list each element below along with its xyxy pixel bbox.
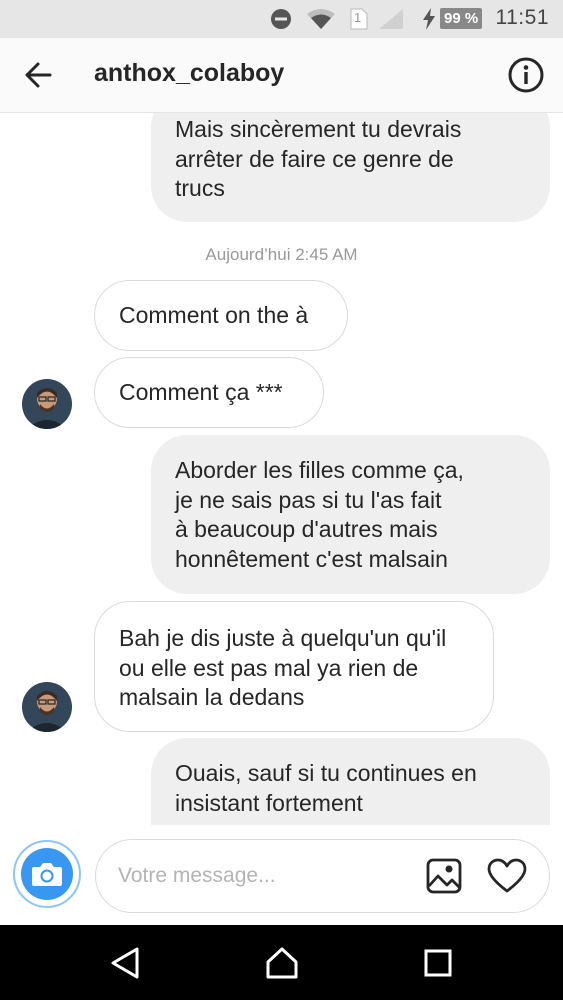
message-line: Bah je dis juste à quelqu'un qu'il bbox=[119, 625, 447, 651]
message-input-container bbox=[95, 839, 550, 913]
message-line: malsain la dedans bbox=[119, 684, 305, 710]
message-line: Comment on the à bbox=[119, 302, 309, 328]
status-bar: 1 99 % 11:51 bbox=[0, 0, 563, 38]
home-icon[interactable] bbox=[264, 945, 300, 981]
image-gallery-icon[interactable] bbox=[426, 858, 462, 894]
message-line: à beaucoup d'autres mais bbox=[175, 516, 438, 542]
battery-icon: 99 % bbox=[440, 8, 482, 29]
info-circle-icon[interactable] bbox=[507, 56, 545, 94]
message-bubble-incoming[interactable]: Bah je dis juste à quelqu'un qu'il ou el… bbox=[94, 601, 494, 732]
heart-icon[interactable] bbox=[487, 858, 527, 894]
message-bubble-outgoing[interactable]: Aborder les filles comme ça, je ne sais … bbox=[151, 435, 550, 594]
message-composer bbox=[0, 825, 563, 925]
avatar-photo bbox=[22, 682, 72, 732]
signal-icon bbox=[379, 9, 403, 29]
charging-bolt-icon bbox=[423, 8, 435, 30]
message-bubble-outgoing[interactable]: Mais sincèrement tu devrais arrêter de f… bbox=[151, 113, 550, 222]
conversation-username[interactable]: anthox_colaboy bbox=[94, 59, 284, 88]
message-line: Aborder les filles comme ça, bbox=[175, 457, 464, 483]
conversation-header: anthox_colaboy bbox=[0, 38, 563, 113]
message-bubble-outgoing[interactable]: Ouais, sauf si tu continues en insistant… bbox=[151, 738, 550, 825]
recent-apps-icon[interactable] bbox=[420, 945, 456, 981]
message-line: Mais sincèrement tu devrais bbox=[175, 116, 462, 142]
message-line: honnêtement c'est malsain bbox=[175, 545, 448, 572]
message-line: Ouais, sauf si tu continues en bbox=[175, 760, 477, 786]
message-line: trucs bbox=[175, 175, 225, 201]
message-line: ou elle est pas mal ya rien de bbox=[119, 654, 419, 681]
battery-level: 99 % bbox=[444, 10, 479, 27]
message-thread[interactable]: Mais sincèrement tu devrais arrêter de f… bbox=[0, 113, 563, 825]
wifi-icon bbox=[307, 9, 335, 29]
message-line: Comment ça *** bbox=[119, 379, 283, 405]
do-not-disturb-icon bbox=[271, 9, 291, 29]
camera-icon bbox=[32, 863, 62, 886]
system-navigation-bar bbox=[0, 925, 563, 1000]
message-line: insistant fortement bbox=[175, 789, 363, 816]
avatar[interactable] bbox=[22, 682, 72, 732]
back-triangle-icon[interactable] bbox=[107, 945, 143, 981]
avatar[interactable] bbox=[22, 379, 72, 429]
arrow-left-icon[interactable] bbox=[20, 56, 58, 94]
message-bubble-incoming[interactable]: Comment ça *** bbox=[94, 357, 324, 428]
message-input[interactable] bbox=[118, 860, 408, 892]
message-timestamp: Aujourd’hui 2:45 AM bbox=[205, 245, 358, 264]
sim-number: 1 bbox=[354, 10, 362, 25]
message-bubble-incoming[interactable]: Comment on the à bbox=[94, 280, 348, 351]
status-time: 11:51 bbox=[495, 6, 549, 29]
message-line: je ne sais pas si tu l'as fait bbox=[175, 486, 442, 513]
message-line: arrêter de faire ce genre de bbox=[175, 145, 454, 172]
camera-button[interactable] bbox=[13, 840, 81, 908]
avatar-photo bbox=[22, 379, 72, 429]
